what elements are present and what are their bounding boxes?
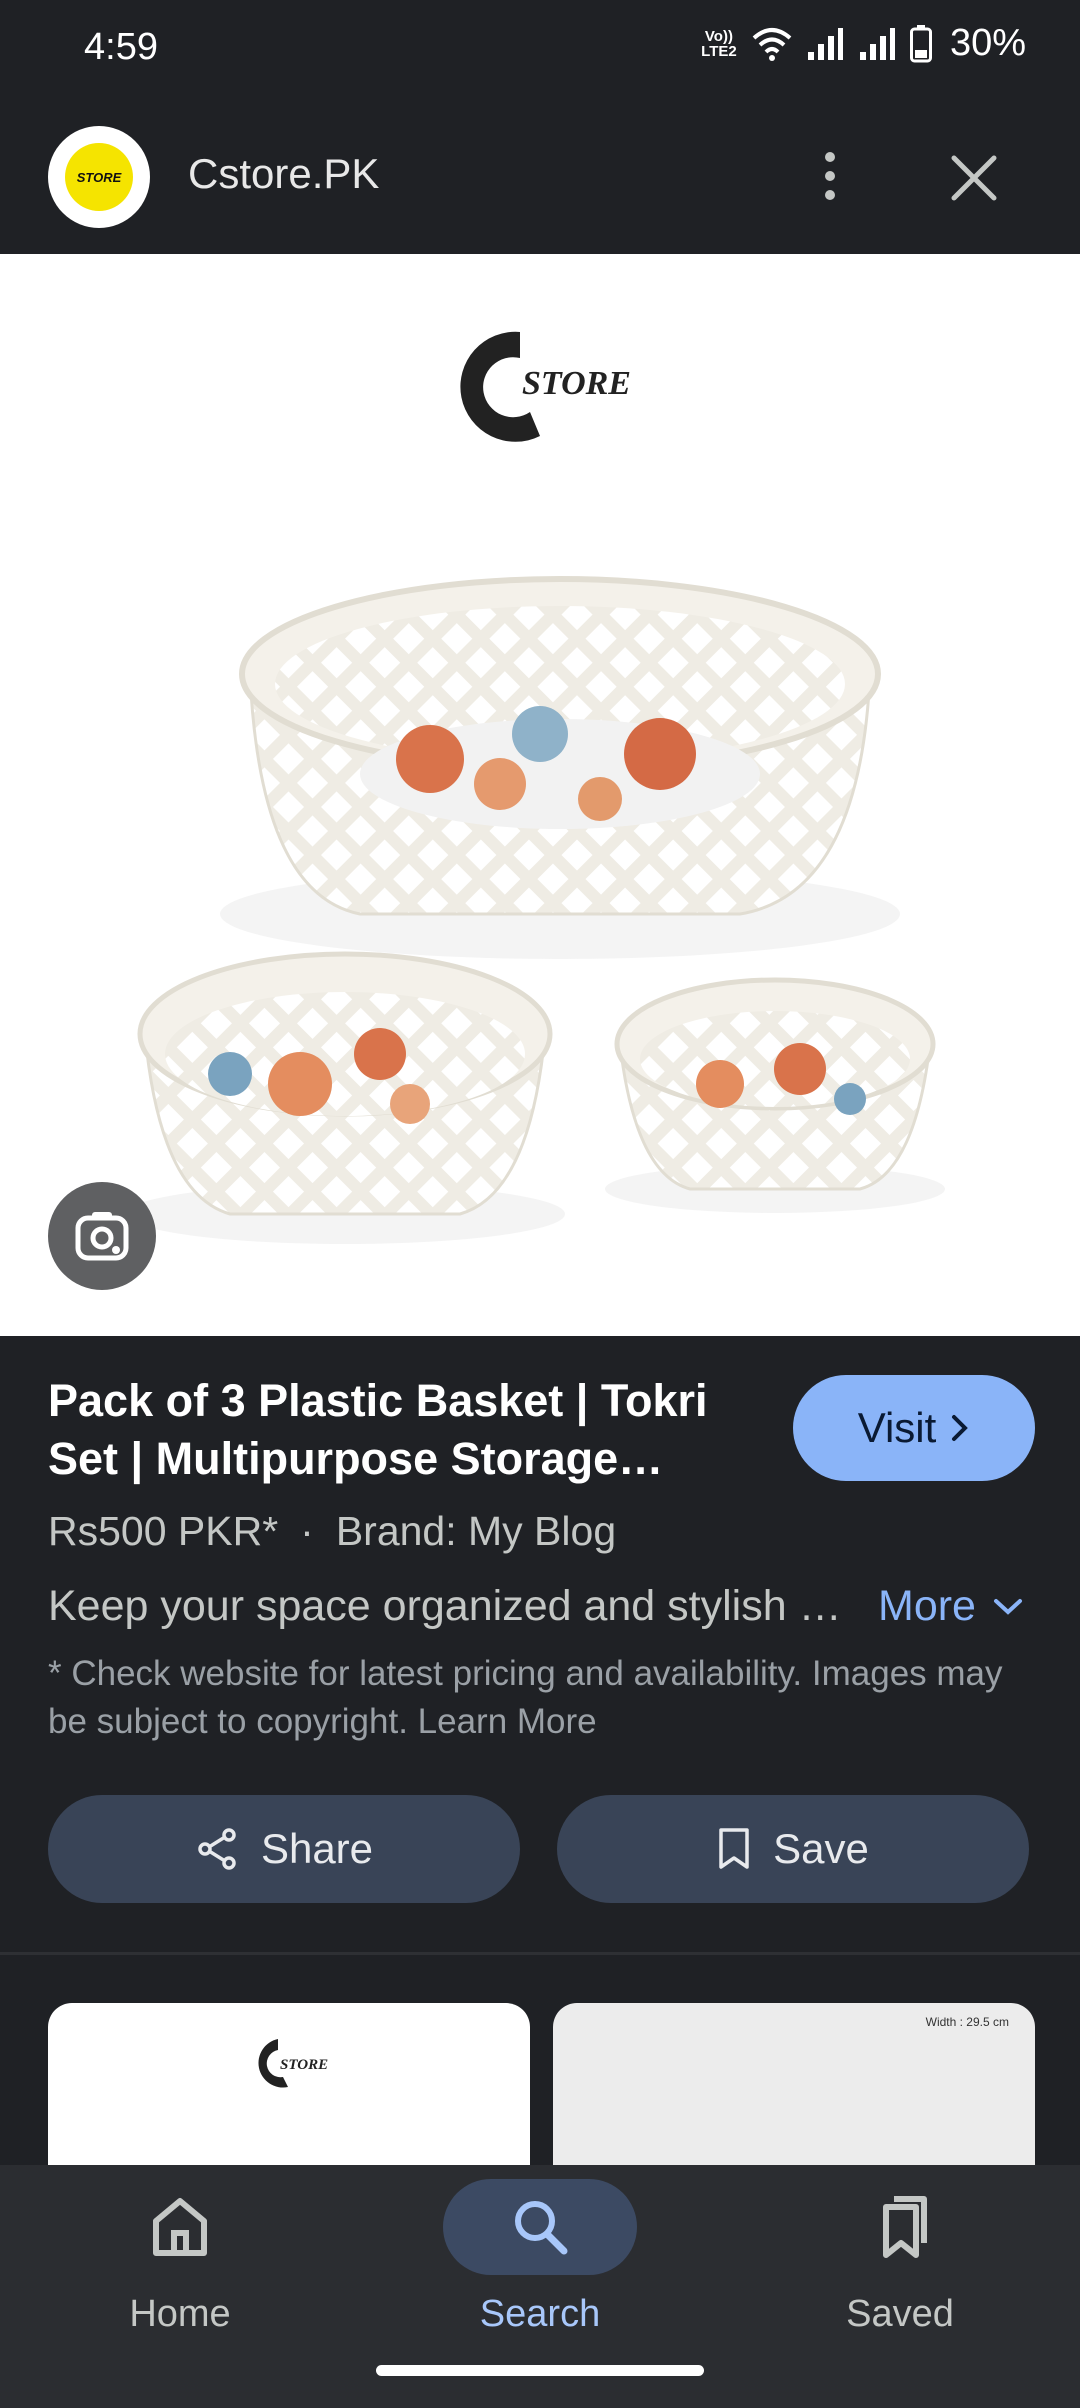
width-label: Width : 29.5 cm [925,2015,1009,2029]
brand: Brand: My Blog [335,1508,617,1554]
svg-text:STORE: STORE [280,2057,328,2073]
gesture-home-indicator[interactable] [376,2365,704,2376]
status-icons: Vo)) LTE2 30% [700,22,1026,65]
site-logo: STORE [48,126,150,228]
battery-icon [909,24,932,62]
google-lens-button[interactable] [48,1182,156,1290]
disclaimer: * Check website for latest pricing and a… [48,1654,1003,1741]
visit-label: Visit [857,1404,937,1451]
description: Keep your space organized and stylish wi… [48,1582,858,1630]
more-options-icon[interactable] [810,146,850,206]
separator-dot: · [300,1508,314,1554]
nav-home-label: Home [129,2293,231,2335]
visit-button[interactable]: Visit [793,1375,1035,1481]
save-label: Save [773,1825,869,1872]
battery-percent: 30% [949,22,1026,64]
section-divider [0,1952,1080,1955]
wifi-icon [752,27,792,61]
save-button[interactable]: Save [557,1795,1029,1903]
app-bar: STORE Cstore.PK [0,100,1080,255]
share-label: Share [260,1825,374,1872]
signal-1-icon [807,27,843,60]
signal-2-icon [859,27,895,60]
site-name: Cstore.PK [188,150,380,197]
search-icon [515,2201,568,2255]
more-button[interactable]: More [878,1582,1024,1631]
share-icon [198,1828,236,1870]
nav-saved[interactable]: Saved [720,2165,1080,2408]
share-button[interactable]: Share [48,1795,520,1903]
more-label: More [878,1582,976,1630]
product-image[interactable]: STORE [0,254,1080,1336]
basket-illustration [125,576,945,1244]
product-title[interactable]: Pack of 3 Plastic Basket | Tokri Set | M… [48,1372,748,1488]
volte-icon: Vo)) LTE2 [701,27,737,60]
site-logo-mark: STORE [65,143,133,211]
status-time: 4:59 [84,26,158,68]
nav-saved-label: Saved [846,2293,954,2335]
status-bar: 4:59 Vo)) LTE2 30% [0,0,1080,100]
home-icon [153,2198,207,2256]
close-icon[interactable] [944,148,1004,208]
lens-icon [75,1212,129,1261]
saved-icon [883,2196,927,2258]
chevron-down-icon [993,1598,1022,1615]
chevron-right-icon [952,1415,969,1441]
nav-home[interactable]: Home [0,2165,360,2408]
description-line: Keep your space organized and stylish wi… [48,1582,1048,1631]
price-line: Rs500 PKR* · Brand: My Blog [48,1508,616,1555]
nav-search-label: Search [479,2293,601,2335]
bookmark-icon [719,1828,749,1869]
price: Rs500 PKR* [48,1508,279,1554]
cstore-mini-logo: STORE [258,2039,328,2088]
